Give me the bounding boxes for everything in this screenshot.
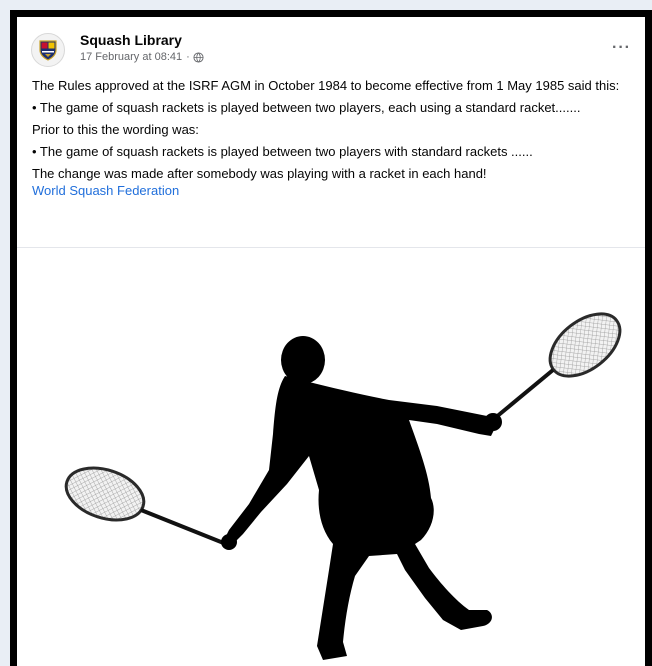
screenshot-frame: Squash Library 17 February at 08:41 · ··… — [10, 10, 652, 666]
post-timestamp[interactable]: 17 February at 08:41 — [80, 51, 182, 63]
meta-separator: · — [186, 51, 190, 63]
player-body — [223, 376, 497, 660]
world-squash-federation-link[interactable]: World Squash Federation — [32, 182, 632, 199]
post-paragraph: Prior to this the wording was: — [32, 122, 199, 137]
post-image[interactable] — [17, 248, 645, 666]
post-paragraph: • The game of squash rackets is played b… — [32, 100, 581, 115]
squash-player-silhouette — [64, 312, 622, 660]
post-paragraph: • The game of squash rackets is played b… — [32, 144, 533, 159]
right-hand — [484, 413, 502, 431]
page-name[interactable]: Squash Library — [80, 32, 182, 48]
post-card: Squash Library 17 February at 08:41 · ··… — [17, 17, 645, 666]
page-avatar[interactable] — [31, 33, 65, 67]
left-racket — [64, 466, 232, 548]
post-meta: 17 February at 08:41 · — [80, 51, 204, 63]
post-text: The Rules approved at the ISRF AGM in Oc… — [32, 77, 632, 199]
post-paragraph: The Rules approved at the ISRF AGM in Oc… — [32, 78, 620, 93]
left-hand — [221, 534, 237, 550]
right-racket — [493, 312, 622, 420]
more-options-button[interactable]: ··· — [612, 39, 631, 57]
post-paragraph: The change was made after somebody was p… — [32, 166, 487, 181]
crest-icon — [39, 40, 57, 61]
globe-icon — [193, 51, 204, 63]
